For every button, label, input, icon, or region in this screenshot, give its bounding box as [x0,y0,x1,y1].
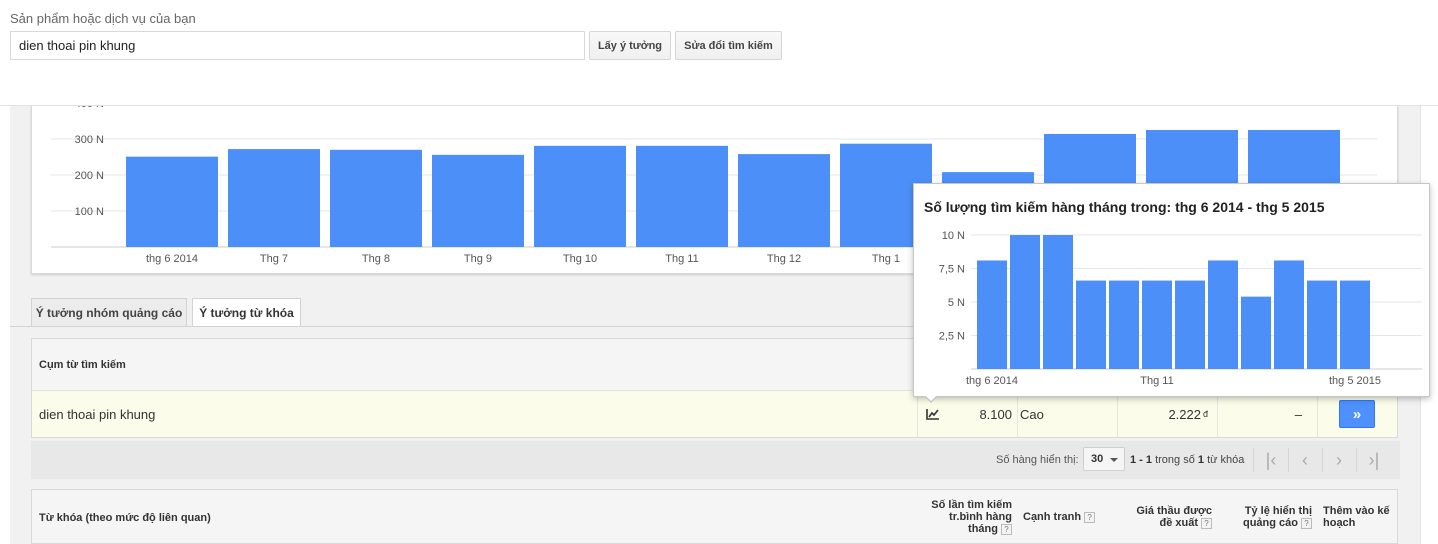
suggested-bid-column-header[interactable]: Giá thầu được đề xuất? [1117,505,1212,529]
tab-keyword-ideas[interactable]: Ý tưởng từ khóa [192,298,301,327]
next-page-icon[interactable]: › [1326,448,1352,472]
bar[interactable] [534,145,626,247]
bar[interactable] [1274,260,1304,369]
tooltip-pointer-inner [925,395,937,401]
x-tick-label: thg 5 2015 [1329,375,1381,387]
modify-search-button[interactable]: Sửa đổi tìm kiếm [675,31,782,60]
x-tick-label: Thg 7 [260,253,288,265]
tab-ad-group-ideas[interactable]: Ý tưởng nhóm quảng cáo [31,298,187,326]
competition-column-header[interactable]: Cạnh tranh? [1023,511,1096,523]
y-tick-label: 2,5 N [939,331,965,343]
y-tick-label: 400 N [75,106,104,110]
range-mid: trong số [1155,454,1195,466]
impression-share-column-header[interactable]: Tỷ lệ hiển thị quảng cáo? [1217,505,1312,529]
bar[interactable] [1109,280,1139,369]
product-input-label: Sản phẩm hoặc dịch vụ của bạn [10,11,196,26]
bar[interactable] [228,149,320,247]
pager-divider [1288,448,1289,472]
x-tick-label: Thg 9 [464,253,492,265]
bar[interactable] [1010,235,1040,369]
search-volume-tooltip: 2,5 N 5 N 7,5 N 10 N thg 6 2014 Thg 11 thg 5 2… [913,183,1430,397]
y-tick-label: 300 N [75,134,104,146]
x-tick-label: Thg 11 [1140,375,1173,387]
header-line: quảng cáo? [1217,517,1312,529]
bar[interactable] [1340,280,1370,369]
pager-divider [1356,448,1357,472]
range-end: từ khóa [1207,454,1245,466]
bar[interactable] [738,154,830,247]
x-tick-label: Thg 11 [665,253,698,265]
bar[interactable] [330,149,422,247]
currency-symbol: đ [1202,409,1208,419]
y-tick-label: 5 N [948,297,965,309]
chevron-down-icon [1110,458,1118,462]
rows-per-page-label: Số hàng hiển thị: [996,454,1079,466]
previous-page-icon[interactable]: ‹ [1292,448,1318,472]
keyword-column-header[interactable]: Từ khóa (theo mức độ liên quan) [39,512,211,524]
add-to-plan-column-header: Thêm vào kế hoạch [1323,505,1390,529]
y-tick-label: 10 N [942,230,965,242]
x-tick-label: Thg 8 [362,253,390,265]
range-start: 1 - 1 [1130,454,1153,466]
header-line: đề xuất? [1117,517,1212,529]
rows-per-page-value: 30 [1091,453,1104,465]
x-tick-label: thg 6 2014 [966,375,1018,387]
bar[interactable] [1076,280,1106,369]
header-line: tháng? [917,523,1012,535]
bar[interactable] [1175,280,1205,369]
pagination-range: 1 - 1 trong số 1 từ khóa [1130,454,1244,466]
pagination-bar: Số hàng hiển thị: 30 1 - 1 trong số 1 từ… [31,441,1400,479]
bar[interactable] [432,154,524,247]
bar[interactable] [1208,260,1238,369]
help-icon[interactable]: ? [1201,517,1212,529]
pager-divider [1322,448,1323,472]
first-page-icon[interactable]: |‹ [1258,448,1284,472]
bar[interactable] [1142,280,1172,369]
y-tick-label: 7,5 N [939,264,965,276]
product-search-input[interactable] [10,31,585,60]
help-icon[interactable]: ? [1084,511,1096,523]
bar[interactable] [1307,280,1337,369]
bar[interactable] [636,145,728,247]
tooltip-title: Số lượng tìm kiếm hàng tháng trong: thg … [924,199,1325,215]
help-icon[interactable]: ? [1001,523,1012,535]
header-line: Tỷ lệ hiển thị [1244,505,1312,517]
pager-divider [1253,448,1254,472]
search-term-text: dien thoai pin khung [39,406,156,422]
header-line: tr.bình hàng [949,511,1012,523]
get-ideas-button[interactable]: Lấy ý tưởng [589,31,671,60]
x-tick-label: Thg 1 [872,253,900,265]
last-page-icon[interactable]: ›| [1361,448,1387,472]
header-line: Giá thầu được [1136,505,1212,517]
x-tick-label: Thg 10 [563,253,597,265]
header-line: hoạch [1323,517,1356,529]
bar[interactable] [1043,235,1073,369]
add-to-plan-button[interactable]: » [1339,400,1375,428]
header-line: Số lần tìm kiếm [931,499,1012,511]
search-terms-column-header: Cụm từ tìm kiếm [39,359,126,371]
keyword-table-header: Từ khóa (theo mức độ liên quan) Số lần t… [31,489,1398,544]
avg-searches-column-header[interactable]: Số lần tìm kiếm tr.bình hàng tháng? [917,499,1012,535]
suggested-bid-value: 2.222 [1168,406,1201,422]
header-line: Thêm vào kế [1323,505,1390,517]
x-tick-label: thg 6 2014 [146,253,198,265]
y-tick-label: 100 N [75,206,104,218]
bar[interactable] [977,260,1007,369]
bar[interactable] [126,156,218,247]
y-tick-label: 200 N [75,170,104,182]
tooltip-chart: 2,5 N 5 N 7,5 N 10 N thg 6 2014 Thg 11 thg 5 2… [939,230,1422,387]
bar[interactable] [1241,296,1271,369]
help-icon[interactable]: ? [1301,517,1312,529]
rows-per-page-select[interactable]: 30 [1083,447,1125,471]
range-total: 1 [1197,454,1205,466]
x-tick-label: Thg 12 [767,253,801,265]
